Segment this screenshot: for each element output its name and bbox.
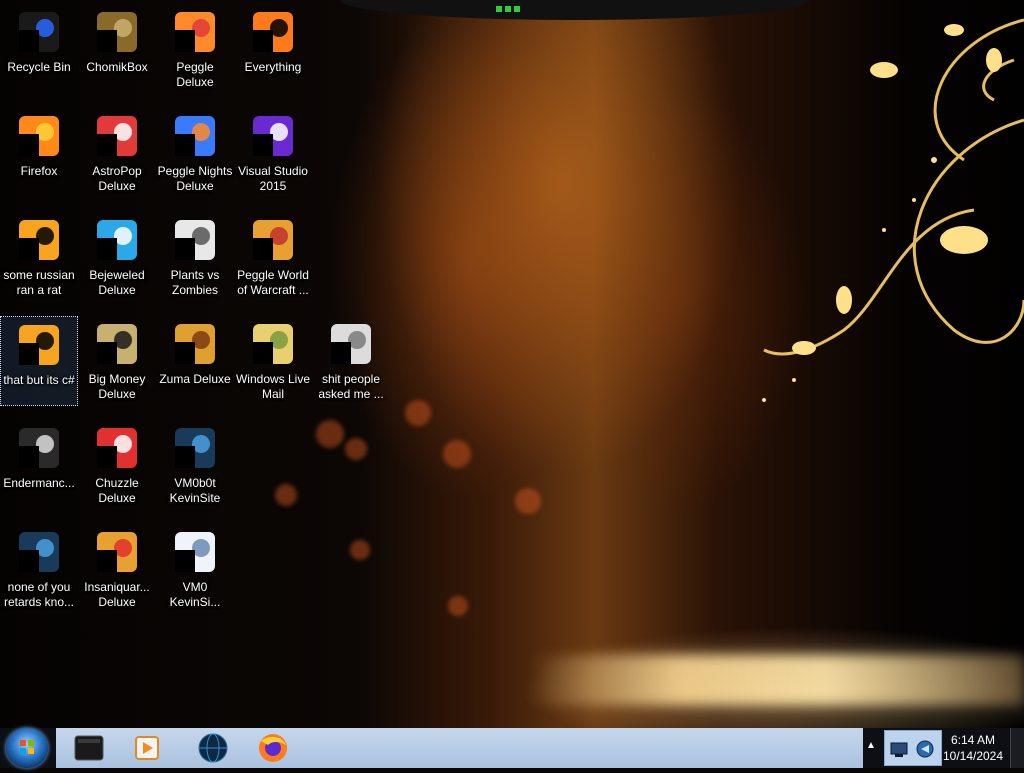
app-icon [15,528,63,576]
desktop-icon[interactable]: Bejeweled Deluxe [78,212,156,302]
bokeh-light [405,400,431,426]
taskbar-pinned-globe[interactable] [186,731,240,765]
desktop-icon-label: ChomikBox [86,60,148,74]
desktop-icon-label: Recycle Bin [7,60,71,74]
windows-logo-icon [20,740,34,754]
desktop-icon-label: VM0b0t KevinSite [169,476,221,505]
golden-swirl-ornament [762,18,1024,402]
desktop-icon-label: Insaniquar... Deluxe [84,580,150,609]
chomikbox-icon [93,8,141,56]
chuzzle-icon [93,424,141,472]
terminal-icon [74,735,104,761]
show-hidden-icons-button[interactable]: ▲ [866,740,880,754]
desktop-icon-label: Peggle Deluxe [176,60,214,89]
desktop-icon[interactable]: VM0b0t KevinSite [156,420,234,510]
desktop-icon[interactable]: Recycle Bin [0,4,78,94]
desktop-icon[interactable]: shit people asked me ... [312,316,390,406]
taskbar: ▲ 6:14 AM 10/14/2024 [0,728,1024,768]
firefox-icon [259,734,287,762]
window-app-icon [15,424,63,472]
desktop-icon[interactable]: Windows Live Mail [234,316,312,406]
desktop-icon[interactable]: VM0 KevinSi... [156,524,234,614]
everything-search-icon [249,8,297,56]
app-icon [171,424,219,472]
bokeh-light [448,596,468,616]
desktop-icon[interactable]: AstroPop Deluxe [78,108,156,198]
desktop-icon[interactable]: Zuma Deluxe [156,316,234,406]
desktop-icon[interactable]: none of you retards kno... [0,524,78,614]
astropop-icon [93,112,141,160]
bejeweled-icon [93,216,141,264]
desktop-icon-label: Everything [244,60,302,74]
recycle-bin-icon [15,8,63,56]
desktop-icon-label: Peggle World of Warcraft ... [237,268,309,297]
tray-icons [884,730,942,766]
taskbar-pinned-firefox[interactable] [246,731,300,765]
desktop-icon-label: some russian ran a rat [3,268,75,297]
desktop-icon-label: Chuzzle Deluxe [95,476,139,505]
zuma-icon [171,320,219,368]
document-icon [171,528,219,576]
desktop-icon-label: none of you retards kno... [3,580,75,609]
desktop-icon-label: Plants vs Zombies [170,268,220,297]
desktop-icon-label: Firefox [20,164,58,178]
desktop-icon[interactable]: ChomikBox [78,4,156,94]
peggle-icon [171,8,219,56]
bokeh-light [443,440,471,468]
desktop-icon[interactable]: Peggle Deluxe [156,4,234,94]
desktop-icon[interactable]: Chuzzle Deluxe [78,420,156,510]
desktop-icon[interactable]: that but its c# [0,316,78,406]
firefox-icon [15,112,63,160]
shortcut-app-icon [15,321,63,369]
folder-icon [327,320,375,368]
media-player-icon [135,736,159,760]
desktop-icon-label: Peggle Nights Deluxe [157,164,233,193]
desktop-icon[interactable]: some russian ran a rat [0,212,78,302]
bokeh-light [350,540,370,560]
globe-icon [198,733,228,763]
desktop-icon-label: that but its c# [3,373,75,387]
wallpaper-light-streak [530,655,1024,705]
windows-live-mail-icon [249,320,297,368]
desktop-icon-label: AstroPop Deluxe [92,164,142,193]
desktop-icon-label: shit people asked me ... [318,372,384,401]
desktop-icon-label: VM0 KevinSi... [169,580,221,609]
bokeh-light [316,420,344,448]
network-icon[interactable] [885,731,943,767]
clock-date: 10/14/2024 [942,749,1004,763]
start-button[interactable] [6,728,48,768]
clock-time: 6:14 AM [950,733,996,747]
desktop-icon[interactable]: Visual Studio 2015 [234,108,312,198]
desktop-icon-label: Windows Live Mail [235,372,311,401]
taskbar-pinned-terminal[interactable] [62,731,116,765]
desktop-icon[interactable]: Insaniquar... Deluxe [78,524,156,614]
desktop-icon-label: Visual Studio 2015 [238,164,308,193]
bokeh-light [345,438,367,460]
system-clock[interactable]: 6:14 AM 10/14/2024 [940,732,1006,766]
taskbar-pinned-media-player[interactable] [120,731,174,765]
peggle-nights-icon [171,112,219,160]
show-desktop-button[interactable] [1010,728,1024,768]
desktop-icon-label: Zuma Deluxe [159,372,231,386]
desktop-icon[interactable]: Peggle Nights Deluxe [156,108,234,198]
desktop-icon-label: Bejeweled Deluxe [89,268,145,297]
big-money-icon [93,320,141,368]
peggle-wow-icon [249,216,297,264]
desktop-icon-label: Endermanc... [3,476,75,490]
bokeh-light [275,484,297,506]
desktop-icon[interactable]: Endermanc... [0,420,78,510]
desktop-icon[interactable]: Everything [234,4,312,94]
desktop-icon[interactable]: Plants vs Zombies [156,212,234,302]
green-led-icon [496,6,520,12]
shortcut-app-icon [15,216,63,264]
visual-studio-icon [249,112,297,160]
desktop-icon[interactable]: Big Money Deluxe [78,316,156,406]
plants-vs-zombies-icon [171,216,219,264]
desktop-icon[interactable]: Peggle World of Warcraft ... [234,212,312,302]
insaniquarium-icon [93,528,141,576]
desktop-icon-label: Big Money Deluxe [88,372,146,401]
bokeh-light [515,488,541,514]
desktop-icon[interactable]: Firefox [0,108,78,198]
